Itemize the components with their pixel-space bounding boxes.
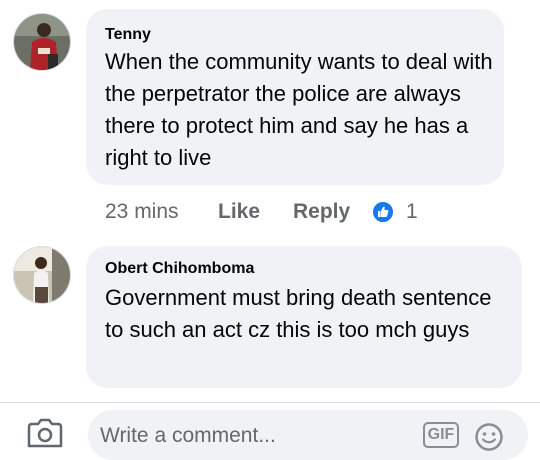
camera-icon[interactable] xyxy=(26,418,64,448)
reaction-count[interactable]: 1 xyxy=(406,200,418,224)
reply-button[interactable]: Reply xyxy=(293,200,350,224)
comment-bubble: Obert Chihomboma Government must bring d… xyxy=(86,246,522,388)
comment-text: When the community wants to deal with th… xyxy=(105,49,493,170)
comment-timestamp[interactable]: 23 mins xyxy=(105,200,179,224)
comment-text: Government must bring death sentence to … xyxy=(105,285,492,342)
comment-bubble: Tenny When the community wants to deal w… xyxy=(86,9,504,185)
emoji-icon[interactable] xyxy=(474,422,504,452)
profile-photo xyxy=(14,14,70,70)
gif-icon[interactable]: GIF xyxy=(423,422,459,448)
comment-author[interactable]: Tenny xyxy=(105,26,151,44)
comment-composer[interactable]: GIF xyxy=(88,410,528,460)
comment-author[interactable]: Obert Chihomboma xyxy=(105,260,254,278)
commenter-avatar[interactable] xyxy=(13,246,71,304)
profile-photo xyxy=(14,247,70,303)
like-button[interactable]: Like xyxy=(218,200,260,224)
commenter-avatar[interactable] xyxy=(13,13,71,71)
thumbs-up-icon[interactable] xyxy=(371,200,395,224)
divider xyxy=(0,402,540,403)
comment-input[interactable] xyxy=(100,424,400,448)
